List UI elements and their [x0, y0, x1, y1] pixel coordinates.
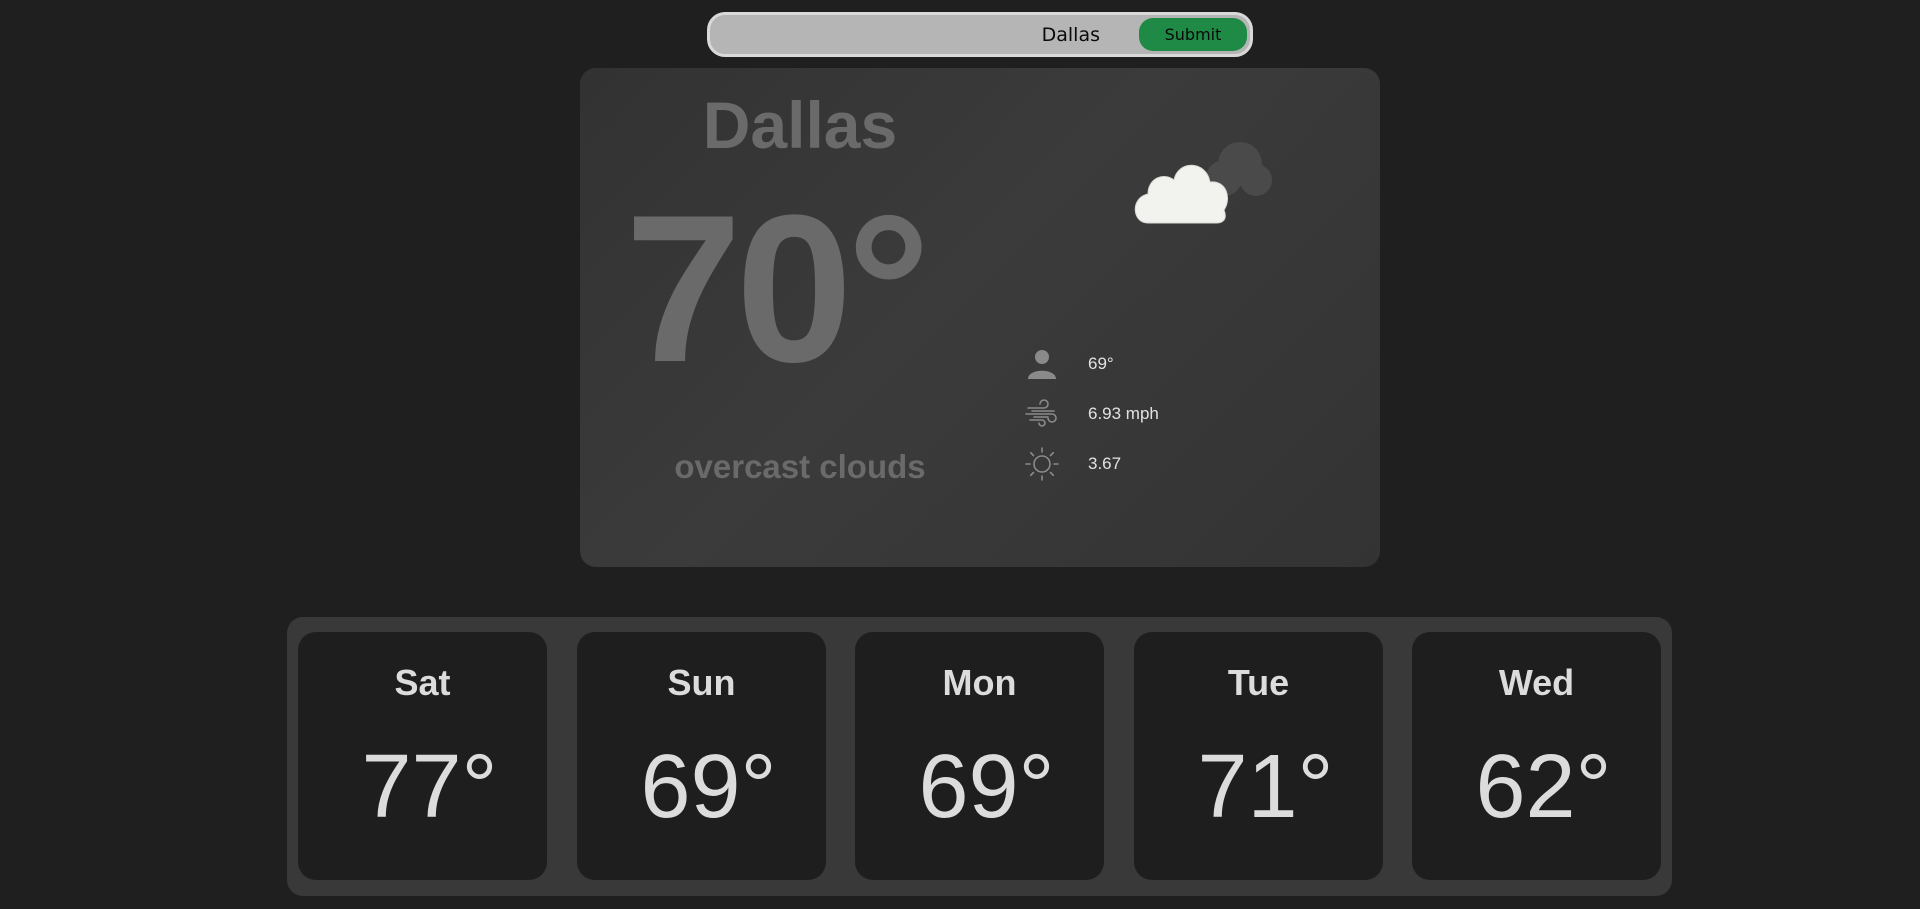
- feels-like-row: 69°: [1024, 346, 1274, 382]
- forecast-day-temp: 77°: [361, 737, 498, 837]
- uv-row: 3.67: [1024, 446, 1274, 482]
- overcast-clouds-icon: [1134, 142, 1272, 224]
- forecast-day-temp: 69°: [640, 737, 777, 837]
- forecast-day-card: Tue 71°: [1134, 632, 1383, 880]
- weather-description: overcast clouds: [674, 448, 926, 485]
- wind-row: 6.93 mph: [1024, 396, 1274, 432]
- forecast-day-temp: 71°: [1197, 737, 1334, 837]
- city-name: Dallas: [702, 88, 898, 162]
- current-weather-card: Dallas 70° overcast clouds 69° 6.93 mph …: [580, 68, 1380, 567]
- forecast-day-card: Wed 62°: [1412, 632, 1661, 880]
- uv-index-value: 3.67: [1088, 454, 1122, 473]
- forecast-day-temp: 62°: [1475, 737, 1612, 837]
- feels-like-value: 69°: [1088, 354, 1114, 373]
- forecast-day-card: Sat 77°: [298, 632, 547, 880]
- forecast-day-name: Sat: [394, 662, 451, 703]
- forecast-day-name: Sun: [667, 662, 736, 703]
- forecast-day-temp: 69°: [918, 737, 1055, 837]
- forecast-strip: Sat 77° Sun 69° Mon 69° Tue 71° Wed 62°: [287, 617, 1672, 896]
- forecast-day-name: Mon: [942, 662, 1017, 703]
- wind-speed-value: 6.93 mph: [1088, 404, 1159, 423]
- forecast-day-name: Wed: [1498, 662, 1575, 703]
- forecast-day-card: Sun 69°: [577, 632, 826, 880]
- forecast-day-name: Tue: [1227, 662, 1290, 703]
- city-search-input[interactable]: [710, 15, 1135, 54]
- current-temperature: 70°: [625, 171, 931, 406]
- person-icon: [1028, 350, 1056, 379]
- forecast-day-card: Mon 69°: [855, 632, 1104, 880]
- submit-button[interactable]: Submit: [1139, 18, 1247, 51]
- wind-icon: [1025, 399, 1057, 427]
- search-bar: Submit: [707, 12, 1253, 57]
- sun-icon: [1025, 447, 1059, 481]
